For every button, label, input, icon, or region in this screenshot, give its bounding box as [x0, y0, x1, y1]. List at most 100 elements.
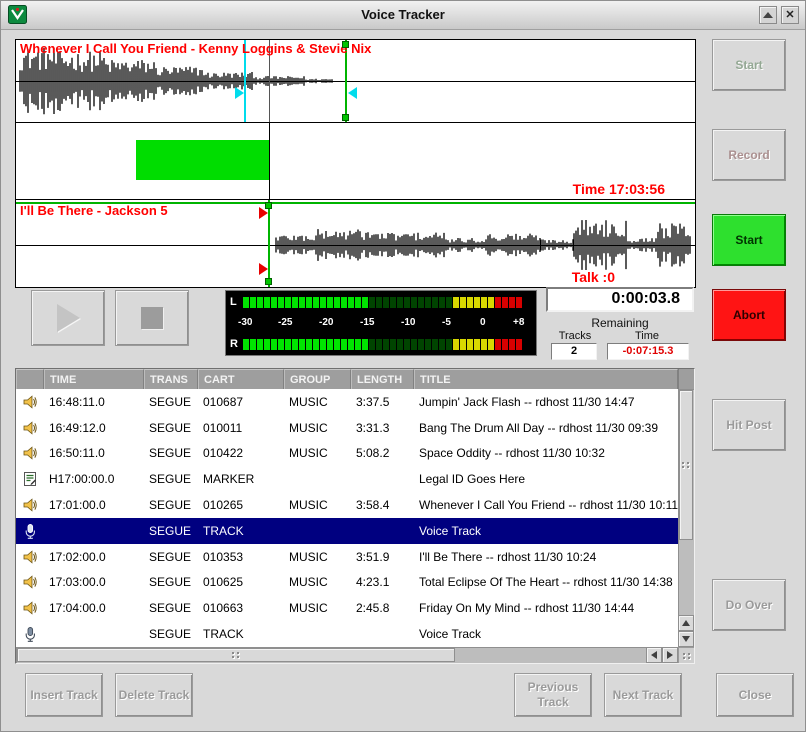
- cell: Bang The Drum All Day -- rdhost 11/30 09…: [414, 421, 678, 435]
- cell: 010265: [198, 498, 284, 512]
- cell: Jumpin' Jack Flash -- rdhost 11/30 14:47: [414, 395, 678, 409]
- horizontal-scrollbar-thumb[interactable]: [17, 648, 455, 662]
- remaining-tracks-label: Tracks: [553, 330, 597, 342]
- cell: 010625: [198, 575, 284, 589]
- start-1-button[interactable]: Start: [712, 39, 786, 91]
- segue-end-handle[interactable]: [348, 87, 357, 99]
- titlebar[interactable]: Voice Tracker ✕: [1, 1, 805, 30]
- table-row[interactable]: H17:00:00.0SEGUEMARKERLegal ID Goes Here: [16, 466, 678, 492]
- track1-waveform-panel[interactable]: Whenever I Call You Friend - Kenny Loggi…: [16, 40, 695, 123]
- cell: MUSIC: [284, 421, 351, 435]
- scroll-right-button[interactable]: [662, 647, 678, 663]
- cell: I'll Be There -- rdhost 11/30 10:24: [414, 550, 678, 564]
- table-row[interactable]: 17:03:00.0SEGUE010625MUSIC4:23.1Total Ec…: [16, 570, 678, 596]
- track-start-handle-top[interactable]: [342, 41, 349, 48]
- play-button[interactable]: [31, 290, 105, 346]
- cell: MARKER: [198, 472, 284, 486]
- column-header[interactable]: TITLE: [414, 369, 678, 389]
- cell: MUSIC: [284, 498, 351, 512]
- cell: TRACK: [198, 524, 284, 538]
- table-row[interactable]: 17:01:00.0SEGUE010265MUSIC3:58.4Whenever…: [16, 492, 678, 518]
- cell: 010422: [198, 446, 284, 460]
- previous-track-button[interactable]: Previous Track: [514, 673, 592, 717]
- track2-waveform-panel[interactable]: I'll Be There - Jackson 5 Talk :0: [16, 200, 695, 287]
- meter-scale: -30-25-20-15-10-50+8: [226, 317, 536, 330]
- close-button[interactable]: Close: [716, 673, 794, 717]
- scroll-left-button[interactable]: [646, 647, 662, 663]
- cell: SEGUE: [144, 446, 198, 460]
- table-row[interactable]: SEGUETRACKVoice Track: [16, 621, 678, 647]
- speaker-icon: [16, 420, 44, 436]
- meter-left-segments: [243, 297, 522, 308]
- arrow-left-icon: [651, 651, 657, 659]
- log-table-header[interactable]: TIMETRANSCARTGROUPLENGTHTITLE: [16, 369, 678, 389]
- track2-title: I'll Be There - Jackson 5: [20, 203, 168, 218]
- table-row[interactable]: 16:50:11.0SEGUE010422MUSIC5:08.2Space Od…: [16, 441, 678, 467]
- voice-track-region[interactable]: [136, 140, 269, 180]
- speaker-icon: [16, 600, 44, 616]
- track-start-handle-bottom[interactable]: [342, 114, 349, 121]
- cell: 010687: [198, 395, 284, 409]
- do-over-button[interactable]: Do Over: [712, 579, 786, 631]
- column-header[interactable]: TRANS: [144, 369, 198, 389]
- stop-button[interactable]: [115, 290, 189, 346]
- cell: MUSIC: [284, 575, 351, 589]
- abort-button[interactable]: Abort: [712, 289, 786, 341]
- hit-post-button[interactable]: Hit Post: [712, 399, 786, 451]
- arrow-up-icon: [682, 620, 690, 626]
- scroll-down-button[interactable]: [678, 631, 694, 647]
- mic-icon: [16, 523, 44, 539]
- remaining-time-value: -0:07:15.3: [607, 343, 689, 360]
- cell: SEGUE: [144, 421, 198, 435]
- cell: MUSIC: [284, 601, 351, 615]
- cell: MUSIC: [284, 550, 351, 564]
- start-2-button[interactable]: Start: [712, 214, 786, 266]
- column-header[interactable]: TIME: [44, 369, 144, 389]
- column-header[interactable]: LENGTH: [351, 369, 414, 389]
- cell: Voice Track: [414, 627, 678, 641]
- insert-track-button[interactable]: Insert Track: [25, 673, 103, 717]
- cell: SEGUE: [144, 601, 198, 615]
- table-row[interactable]: 17:04:00.0SEGUE010663MUSIC2:45.8Friday O…: [16, 595, 678, 621]
- close-window-button[interactable]: ✕: [781, 6, 799, 24]
- meter-scale-label: -10: [401, 317, 415, 328]
- track2-talk-handle[interactable]: [259, 207, 268, 219]
- track2-talk-handle[interactable]: [259, 263, 268, 275]
- cell: 17:04:00.0: [44, 601, 144, 615]
- table-row[interactable]: 17:02:00.0SEGUE010353MUSIC3:51.9I'll Be …: [16, 544, 678, 570]
- cell: Total Eclipse Of The Heart -- rdhost 11/…: [414, 575, 678, 589]
- delete-track-button[interactable]: Delete Track: [115, 673, 193, 717]
- next-track-button[interactable]: Next Track: [604, 673, 682, 717]
- record-button[interactable]: Record: [712, 129, 786, 181]
- speaker-icon: [16, 497, 44, 513]
- vertical-scrollbar[interactable]: [678, 389, 694, 647]
- table-row[interactable]: 16:48:11.0SEGUE010687MUSIC3:37.5Jumpin' …: [16, 389, 678, 415]
- log-table: TIMETRANSCARTGROUPLENGTHTITLE 16:48:11.0…: [15, 368, 695, 664]
- arrow-down-icon: [682, 636, 690, 642]
- vertical-scrollbar-thumb[interactable]: [679, 390, 693, 540]
- track2-start-marker-line[interactable]: [268, 200, 270, 287]
- scroll-up-button[interactable]: [678, 615, 694, 631]
- meter-scale-label: -25: [278, 317, 292, 328]
- speaker-icon: [16, 549, 44, 565]
- cell: 010353: [198, 550, 284, 564]
- cell: 3:37.5: [351, 395, 414, 409]
- table-row[interactable]: 16:49:12.0SEGUE010011MUSIC3:31.3Bang The…: [16, 415, 678, 441]
- column-header[interactable]: GROUP: [284, 369, 351, 389]
- marker-icon: [16, 471, 44, 487]
- cell: H17:00:00.0: [44, 472, 144, 486]
- column-header[interactable]: CART: [198, 369, 284, 389]
- table-row[interactable]: SEGUETRACKVoice Track: [16, 518, 678, 544]
- track2-start-handle-bottom[interactable]: [265, 278, 272, 285]
- shade-button[interactable]: [759, 6, 777, 24]
- meter-scale-label: -5: [442, 317, 451, 328]
- meter-scale-label: -30: [238, 317, 252, 328]
- voice-track-panel[interactable]: Time 17:03:56: [16, 123, 695, 200]
- cell: MUSIC: [284, 395, 351, 409]
- cell: 3:58.4: [351, 498, 414, 512]
- segue-marker-handle[interactable]: [235, 87, 244, 99]
- column-header[interactable]: [16, 369, 44, 389]
- mic-icon: [16, 626, 44, 642]
- meter-scale-label: 0: [480, 317, 486, 328]
- horizontal-scrollbar[interactable]: [16, 647, 678, 663]
